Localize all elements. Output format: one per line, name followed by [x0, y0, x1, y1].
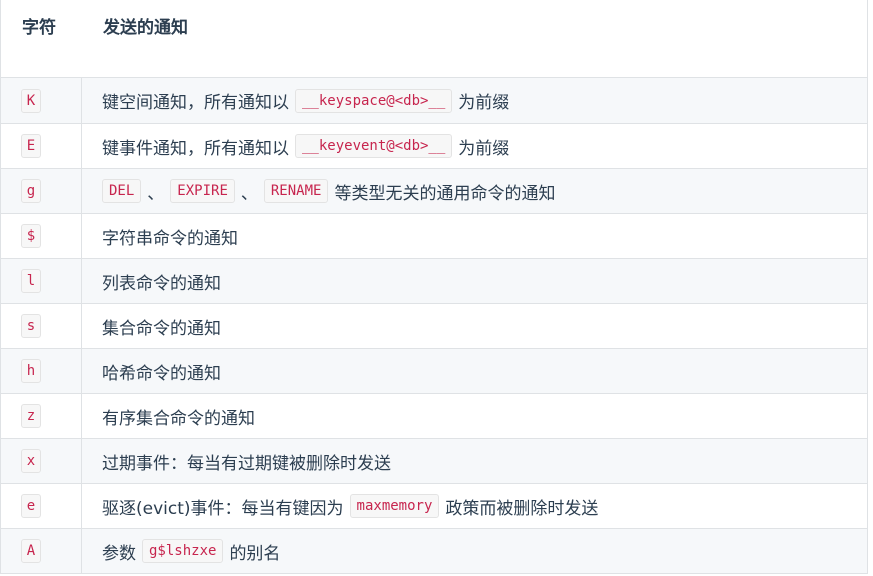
table-row: x 过期事件：每当有过期键被删除时发送: [1, 438, 867, 483]
notification-cell: 驱逐(evict)事件：每当有键因为 maxmemory 政策而被删除时发送: [82, 484, 867, 528]
flag-cell: x: [1, 439, 82, 483]
flag-code: s: [21, 314, 41, 338]
notification-cell: 参数 g$lshzxe 的别名: [82, 529, 867, 573]
inline-code: DEL: [102, 179, 142, 203]
flag-code: x: [21, 449, 41, 473]
flag-code: e: [21, 494, 41, 518]
table-row: g DEL、 EXPIRE、 RENAME 等类型无关的通用命令的通知: [1, 168, 867, 213]
description-text: 政策而被删除时发送: [445, 498, 599, 519]
description-text: 有序集合命令的通知: [102, 408, 255, 429]
flag-cell: z: [1, 394, 82, 438]
description-text: 、: [147, 183, 165, 204]
inline-code: __keyevent@<db>__: [295, 134, 453, 158]
description-text: 参数: [102, 543, 136, 564]
inline-code: RENAME: [263, 179, 329, 203]
flag-code: h: [21, 359, 41, 383]
notification-cell: 键空间通知，所有通知以 __keyspace@<db>__ 为前缀: [82, 78, 867, 123]
notification-flags-table: 字符 发送的通知 K 键空间通知，所有通知以 __keyspace@<db>__ 为前…: [0, 0, 868, 574]
notification-cell: 过期事件：每当有过期键被删除时发送: [82, 439, 867, 483]
description-text: 键空间通知，所有通知以: [102, 93, 289, 113]
description-text: 为前缀: [458, 138, 510, 159]
notification-cell: 字符串命令的通知: [82, 214, 867, 258]
description-text: 过期事件：每当有过期键被删除时发送: [102, 453, 391, 474]
notification-cell: 集合命令的通知: [82, 304, 867, 348]
notification-cell: DEL、 EXPIRE、 RENAME 等类型无关的通用命令的通知: [82, 169, 867, 213]
notification-cell: 有序集合命令的通知: [82, 394, 867, 438]
flag-cell: A: [1, 529, 82, 573]
description-text: 等类型无关的通用命令的通知: [334, 183, 556, 204]
inline-code: EXPIRE: [170, 179, 235, 203]
flag-cell: s: [1, 304, 82, 348]
table-row: l 列表命令的通知: [1, 258, 867, 303]
inline-code: maxmemory: [349, 494, 440, 518]
inline-code: g$lshzxe: [142, 539, 224, 563]
description-text: 为前缀: [458, 93, 510, 113]
flag-code: z: [21, 404, 41, 428]
description-text: 集合命令的通知: [102, 318, 221, 339]
flag-code: E: [21, 134, 41, 158]
table-row: s 集合命令的通知: [1, 303, 867, 348]
flag-cell: e: [1, 484, 82, 528]
description-text: 键事件通知，所有通知以: [102, 138, 289, 159]
description-text: 哈希命令的通知: [102, 363, 221, 384]
table-row: e 驱逐(evict)事件：每当有键因为 maxmemory 政策而被删除时发送: [1, 483, 867, 528]
table-row: h 哈希命令的通知: [1, 348, 867, 393]
description-text: 的别名: [229, 543, 281, 564]
notification-cell: 列表命令的通知: [82, 259, 867, 303]
flag-cell: l: [1, 259, 82, 303]
flag-code: l: [21, 269, 41, 293]
flag-cell: K: [1, 78, 82, 123]
description-text: 驱逐(evict)事件：每当有键因为: [102, 498, 344, 519]
notification-cell: 键事件通知，所有通知以 __keyevent@<db>__ 为前缀: [82, 124, 867, 168]
table-row: K 键空间通知，所有通知以 __keyspace@<db>__ 为前缀: [1, 78, 867, 123]
flag-code: $: [21, 224, 41, 248]
notification-cell: 哈希命令的通知: [82, 349, 867, 393]
flag-code: K: [21, 88, 41, 113]
table-body: K 键空间通知，所有通知以 __keyspace@<db>__ 为前缀 E 键事件通知，所…: [1, 78, 867, 573]
flag-code: A: [21, 539, 41, 563]
table-row: $ 字符串命令的通知: [1, 213, 867, 258]
flag-cell: E: [1, 124, 82, 168]
table-row: A 参数 g$lshzxe 的别名: [1, 528, 867, 573]
flag-code: g: [21, 179, 41, 203]
description-text: 、: [240, 183, 258, 204]
flag-cell: g: [1, 169, 82, 213]
header-notification: 发送的通知: [103, 18, 188, 38]
flag-cell: h: [1, 349, 82, 393]
table-row: E 键事件通知，所有通知以 __keyevent@<db>__ 为前缀: [1, 123, 867, 168]
table-row: z 有序集合命令的通知: [1, 393, 867, 438]
header-flag: 字符: [22, 18, 56, 38]
description-text: 字符串命令的通知: [102, 228, 238, 249]
inline-code: __keyspace@<db>__: [295, 88, 453, 113]
table-header: 字符 发送的通知: [1, 0, 867, 78]
description-text: 列表命令的通知: [102, 273, 221, 294]
flag-cell: $: [1, 214, 82, 258]
